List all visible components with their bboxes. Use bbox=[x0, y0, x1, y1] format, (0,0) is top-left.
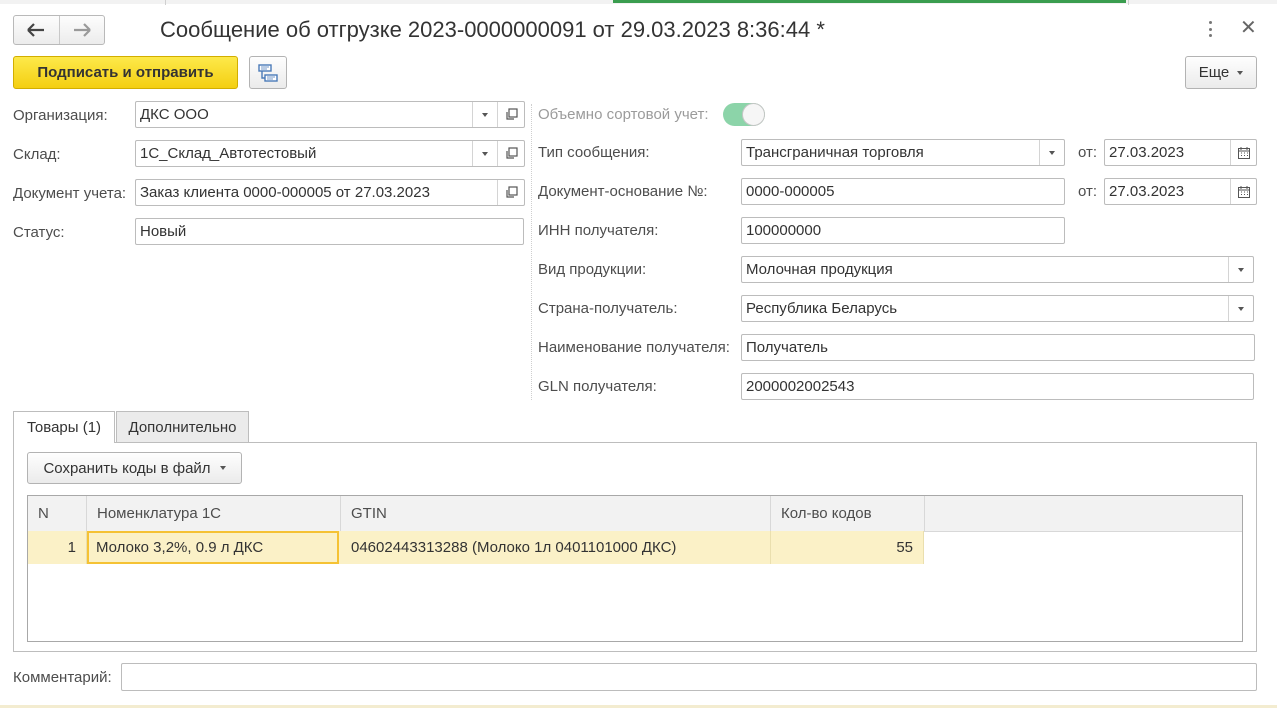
message-type-label: Тип сообщения: bbox=[538, 144, 650, 161]
base-doc-label: Документ-основание №: bbox=[538, 183, 708, 200]
chevron-down-icon bbox=[1237, 70, 1244, 75]
base-doc-date-value: 27.03.2023 bbox=[1109, 183, 1185, 200]
dropdown-button[interactable] bbox=[1228, 296, 1253, 321]
row-number: 1 bbox=[28, 531, 87, 564]
table-row[interactable]: 1 Молоко 3,2%, 0.9 л ДКС 04602443313288 … bbox=[28, 531, 924, 564]
accounting-doc-label: Документ учета: bbox=[13, 185, 127, 202]
open-window-icon bbox=[505, 186, 518, 198]
gln-value: 2000002002543 bbox=[746, 378, 855, 395]
arrow-left-icon bbox=[27, 23, 45, 37]
dropdown-button[interactable] bbox=[1228, 257, 1253, 282]
calendar-button[interactable] bbox=[1230, 179, 1256, 204]
chevron-down-icon bbox=[482, 112, 488, 117]
open-button[interactable] bbox=[497, 141, 524, 166]
column-divider bbox=[531, 104, 532, 400]
save-codes-button[interactable]: Сохранить коды в файл bbox=[27, 452, 242, 484]
calendar-button[interactable] bbox=[1230, 140, 1256, 165]
chevron-down-icon bbox=[482, 151, 488, 156]
tab-separator bbox=[1128, 0, 1129, 5]
message-date-value: 27.03.2023 bbox=[1109, 144, 1185, 161]
chevron-down-icon bbox=[1238, 306, 1244, 311]
more-button-label: Еще bbox=[1198, 64, 1230, 81]
dropdown-button[interactable] bbox=[1039, 140, 1064, 165]
open-button[interactable] bbox=[497, 180, 524, 205]
document-structure-button[interactable] bbox=[249, 56, 287, 89]
country-field[interactable]: Республика Беларусь bbox=[741, 295, 1254, 322]
base-doc-value: 0000-000005 bbox=[746, 183, 835, 200]
structure-icon bbox=[258, 63, 278, 82]
country-value: Республика Беларусь bbox=[746, 300, 898, 317]
active-window-indicator bbox=[613, 0, 1126, 3]
open-button[interactable] bbox=[497, 102, 524, 127]
message-date-field[interactable]: 27.03.2023 bbox=[1104, 139, 1257, 166]
volume-sort-toggle[interactable] bbox=[723, 103, 765, 126]
back-button[interactable] bbox=[14, 16, 59, 44]
navigation-buttons bbox=[13, 15, 105, 45]
message-type-field[interactable]: Трансграничная торговля bbox=[741, 139, 1065, 166]
comment-field[interactable] bbox=[121, 663, 1257, 691]
country-label: Страна-получатель: bbox=[538, 300, 678, 317]
gln-field[interactable]: 2000002002543 bbox=[741, 373, 1254, 400]
message-type-value: Трансграничная торговля bbox=[746, 144, 924, 161]
tab-additional[interactable]: Дополнительно bbox=[116, 411, 249, 442]
calendar-icon bbox=[1237, 185, 1250, 198]
volume-sort-label: Объемно сортовой учет: bbox=[538, 106, 709, 123]
close-icon[interactable]: ✕ bbox=[1240, 16, 1257, 40]
more-button[interactable]: Еще bbox=[1185, 56, 1257, 89]
goods-table[interactable]: N Номенклатура 1С GTIN Кол-во кодов 1 Мо… bbox=[27, 495, 1243, 642]
recipient-name-value: Получатель bbox=[746, 339, 828, 356]
forward-button[interactable] bbox=[58, 16, 105, 44]
save-codes-label: Сохранить коды в файл bbox=[43, 459, 211, 477]
column-header-count[interactable]: Кол-во кодов bbox=[771, 496, 925, 531]
inn-field[interactable]: 100000000 bbox=[741, 217, 1065, 244]
row-gtin-cell[interactable]: 04602443313288 (Молоко 1л 0401101000 ДКС… bbox=[341, 531, 771, 564]
product-type-label: Вид продукции: bbox=[538, 261, 647, 278]
inn-label: ИНН получателя: bbox=[538, 222, 659, 239]
organization-label: Организация: bbox=[13, 107, 108, 124]
open-window-icon bbox=[505, 108, 518, 120]
product-type-value: Молочная продукция bbox=[746, 261, 893, 278]
organization-field[interactable]: ДКС ООО bbox=[135, 101, 525, 128]
accounting-doc-value: Заказ клиента 0000-000005 от 27.03.2023 bbox=[140, 184, 430, 201]
column-header-n[interactable]: N bbox=[28, 496, 87, 531]
base-doc-date-field[interactable]: 27.03.2023 bbox=[1104, 178, 1257, 205]
comment-label: Комментарий: bbox=[13, 669, 112, 686]
toggle-knob bbox=[742, 103, 765, 126]
gln-label: GLN получателя: bbox=[538, 378, 657, 395]
message-date-label: от: bbox=[1078, 144, 1098, 161]
open-window-icon bbox=[505, 147, 518, 159]
accounting-doc-field[interactable]: Заказ клиента 0000-000005 от 27.03.2023 bbox=[135, 179, 525, 206]
column-header-gtin[interactable]: GTIN bbox=[341, 496, 771, 531]
recipient-name-label: Наименование получателя: bbox=[538, 339, 730, 356]
chevron-down-icon bbox=[1049, 150, 1055, 155]
row-nomenclature-cell[interactable]: Молоко 3,2%, 0.9 л ДКС bbox=[87, 531, 339, 564]
dropdown-button[interactable] bbox=[472, 102, 497, 127]
status-value: Новый bbox=[140, 223, 187, 240]
calendar-icon bbox=[1237, 146, 1250, 159]
tab-goods[interactable]: Товары (1) bbox=[13, 411, 115, 443]
chevron-down-icon bbox=[1238, 267, 1244, 272]
dropdown-button[interactable] bbox=[472, 141, 497, 166]
row-count-cell[interactable]: 55 bbox=[771, 531, 924, 564]
warehouse-label: Склад: bbox=[13, 146, 61, 163]
product-type-field[interactable]: Молочная продукция bbox=[741, 256, 1254, 283]
more-actions-icon[interactable] bbox=[1203, 18, 1217, 40]
column-header-nomenclature[interactable]: Номенклатура 1С bbox=[87, 496, 341, 531]
chevron-down-icon bbox=[219, 466, 226, 470]
base-doc-field[interactable]: 0000-000005 bbox=[741, 178, 1065, 205]
status-label: Статус: bbox=[13, 224, 65, 241]
table-header: N Номенклатура 1С GTIN Кол-во кодов bbox=[28, 496, 1242, 532]
tab-separator bbox=[165, 0, 166, 5]
base-doc-date-label: от: bbox=[1078, 183, 1098, 200]
warehouse-value: 1С_Склад_Автотестовый bbox=[140, 145, 317, 162]
status-field[interactable]: Новый bbox=[135, 218, 524, 245]
page-title: Сообщение об отгрузке 2023-0000000091 от… bbox=[160, 17, 825, 42]
organization-value: ДКС ООО bbox=[140, 106, 209, 123]
inn-value: 100000000 bbox=[746, 222, 822, 239]
warehouse-field[interactable]: 1С_Склад_Автотестовый bbox=[135, 140, 525, 167]
recipient-name-field[interactable]: Получатель bbox=[741, 334, 1255, 361]
arrow-right-icon bbox=[73, 23, 91, 37]
sign-and-send-button[interactable]: Подписать и отправить bbox=[13, 56, 238, 89]
